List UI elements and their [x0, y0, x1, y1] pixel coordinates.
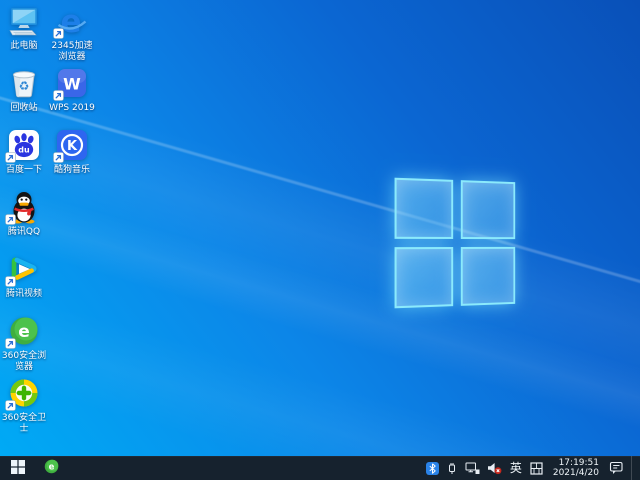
light-ray: [0, 62, 640, 368]
green-e-icon: e: [7, 314, 41, 348]
light-ray: [0, 140, 640, 456]
windows-logo: [395, 178, 516, 309]
desktop-icon-label: 此电脑: [0, 41, 48, 52]
windows-logo-pane: [395, 178, 454, 239]
play-triangle-icon: [7, 252, 41, 286]
desktop-icon-tencent-qq[interactable]: 腾讯QQ: [0, 190, 48, 238]
kugou-k-icon: K: [55, 128, 89, 162]
clock-time: 17:19:51: [559, 458, 599, 468]
system-tray: 英 17:19:51 2021/4/20: [426, 456, 640, 480]
green-plus-icon: [7, 376, 41, 410]
wps-icon: W: [55, 66, 89, 100]
desktop-icon-label: 2345加速浏览器: [48, 41, 96, 63]
desktop-icon-label: 酷狗音乐: [48, 165, 96, 176]
desktop-icon-label: WPS 2019: [48, 103, 96, 114]
svg-text:e: e: [48, 463, 54, 473]
svg-text:K: K: [67, 139, 78, 154]
svg-text:♻: ♻: [19, 79, 30, 93]
desktop-icon-label: 360安全卫士: [0, 413, 48, 435]
desktop-icon-360-browser[interactable]: e 360安全浏览器: [0, 314, 48, 373]
svg-text:e: e: [18, 322, 30, 342]
desktop-icon-wps-2019[interactable]: W WPS 2019: [48, 66, 96, 114]
desktop-icon-label: 百度一下: [0, 165, 48, 176]
taskbar-empty-area: [66, 456, 426, 480]
desktop-icon-2345-browser[interactable]: e 2345加速浏览器: [48, 4, 96, 63]
windows-logo-pane: [461, 180, 515, 239]
start-button[interactable]: [0, 456, 36, 480]
desktop-icon-label: 回收站: [0, 103, 48, 114]
ime-keyboard-icon[interactable]: [530, 456, 543, 480]
ethernet-network-icon[interactable]: [465, 456, 480, 480]
desktop-icon-label: 360安全浏览器: [0, 351, 48, 373]
baidu-paw-icon: du: [7, 128, 41, 162]
taskbar: e 英 17:19:51 2021/4/20: [0, 456, 640, 480]
desktop-icon-tencent-video[interactable]: 腾讯视频: [0, 252, 48, 300]
taskbar-clock[interactable]: 17:19:51 2021/4/20: [550, 458, 602, 478]
desktop-icon-recycle-bin[interactable]: ♻ 回收站: [0, 66, 48, 114]
screen: 此电脑 e 2345加速浏览器 ♻ 回收站 W WPS 2019 du 百度一下…: [0, 0, 640, 480]
svg-text:du: du: [18, 146, 30, 155]
this-pc-icon: [7, 4, 41, 38]
show-desktop-button[interactable]: [631, 456, 637, 480]
e-browser-icon: e: [55, 4, 89, 38]
windows-start-icon: [11, 460, 25, 477]
desktop-icon-this-pc[interactable]: 此电脑: [0, 4, 48, 52]
desktop-icon-label: 腾讯视频: [0, 289, 48, 300]
svg-text:W: W: [63, 75, 81, 94]
desktop-icon-label: 腾讯QQ: [0, 227, 48, 238]
windows-logo-pane: [461, 247, 515, 306]
usb-device-icon[interactable]: [446, 456, 458, 480]
desktop-icon-kugou-music[interactable]: K 酷狗音乐: [48, 128, 96, 176]
windows-logo-pane: [395, 247, 454, 308]
desktop-icon-baidu-search[interactable]: du 百度一下: [0, 128, 48, 176]
volume-muted-icon[interactable]: [487, 456, 502, 480]
clock-date: 2021/4/20: [553, 468, 599, 478]
desktop[interactable]: 此电脑 e 2345加速浏览器 ♻ 回收站 W WPS 2019 du 百度一下…: [0, 0, 640, 456]
green-e-icon: e: [43, 458, 60, 478]
light-ray: [0, 260, 640, 456]
qq-penguin-icon: [7, 190, 41, 224]
ime-language-indicator[interactable]: 英: [509, 456, 523, 480]
taskbar-pinned-360-browser[interactable]: e: [36, 456, 66, 480]
desktop-icon-360-safeguard[interactable]: 360安全卫士: [0, 376, 48, 435]
action-center-icon[interactable]: [609, 456, 624, 480]
bluetooth-icon[interactable]: [426, 456, 439, 480]
recycle-bin-icon: ♻: [7, 66, 41, 100]
light-ray: [0, 30, 640, 456]
